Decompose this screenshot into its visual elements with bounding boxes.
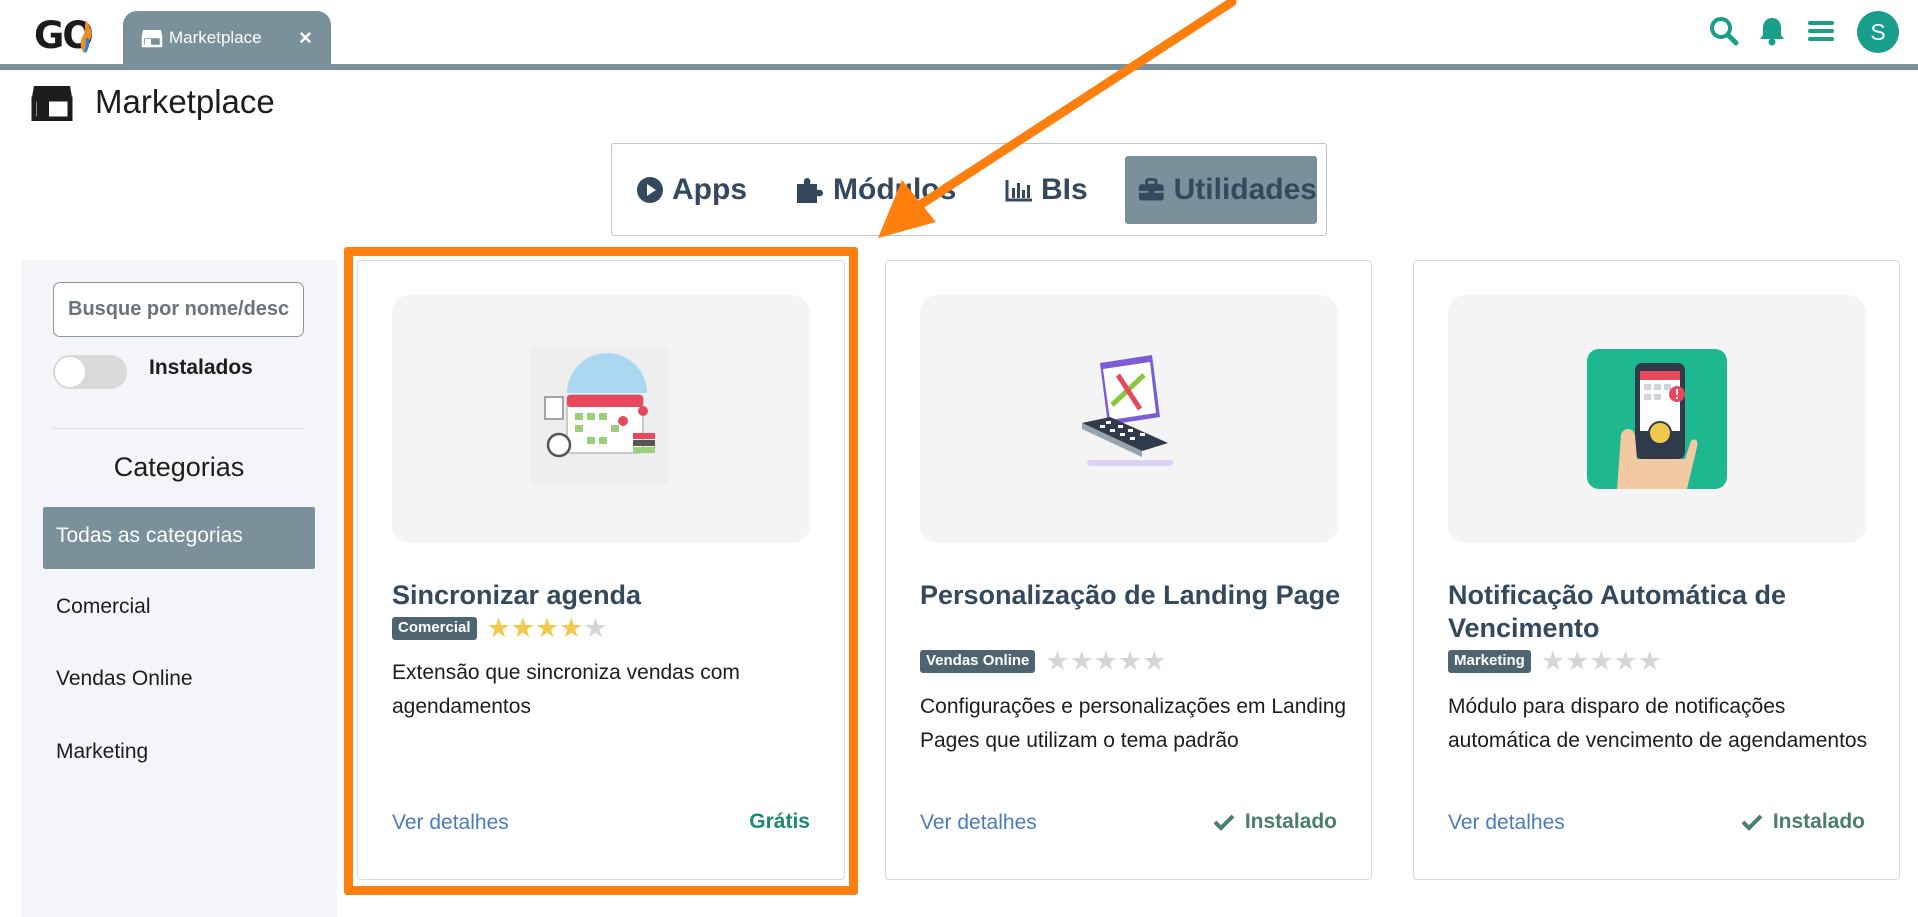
categories-title: Categorias [113, 452, 245, 482]
check-icon [1213, 814, 1235, 831]
installed-label: Instalado [1244, 810, 1337, 833]
card-title: Personalização de Landing Page [920, 580, 1341, 610]
sidebar-divider [53, 428, 304, 429]
tab-label: Apps [672, 173, 747, 206]
card-description: Módulo para disparo de notificações auto… [1448, 695, 1868, 752]
card-image [1448, 295, 1866, 543]
page-title: Marketplace [95, 83, 275, 120]
tab-label: Marketplace [169, 28, 262, 47]
product-card[interactable]: Personalização de Landing Page Vendas On… [885, 260, 1372, 880]
installed-status: Instalado [1213, 810, 1337, 834]
menu-icon[interactable] [1806, 16, 1836, 51]
annotation-arrow-icon [878, 0, 1237, 238]
category-all[interactable]: Todas as categorias [43, 507, 315, 569]
laptop-design-illustration [1082, 355, 1173, 466]
category-vendas-online[interactable]: Vendas Online [43, 650, 315, 712]
phone-notification-illustration [1587, 349, 1727, 489]
view-details-link[interactable]: Ver detalhes [920, 811, 1037, 835]
card-meta: Marketing ★★★★★ [1448, 648, 1662, 675]
logo-flame-icon [80, 20, 92, 54]
category-marketing[interactable]: Marketing [43, 723, 315, 785]
installed-toggle[interactable] [53, 355, 127, 389]
toggle-knob [55, 357, 85, 387]
card-description: Configurações e personalizações em Landi… [920, 695, 1347, 752]
tab-apps[interactable]: Apps [636, 156, 756, 224]
rating-stars: ★★★★★ [1540, 646, 1662, 676]
check-icon [1741, 814, 1763, 831]
installed-toggle-label: Instalados [149, 356, 253, 379]
card-meta: Vendas Online ★★★★★ [920, 648, 1166, 675]
play-icon [637, 177, 663, 203]
card-image [920, 295, 1338, 543]
category-badge: Vendas Online [920, 650, 1036, 673]
product-card[interactable]: Notificação Automática de Vencimento Mar… [1413, 260, 1900, 880]
store-icon [31, 85, 73, 126]
installed-status: Instalado [1741, 810, 1865, 834]
close-tab-button[interactable]: × [299, 25, 312, 51]
avatar[interactable]: S [1857, 11, 1899, 53]
card-title: Notificação Automática de Vencimento [1448, 580, 1787, 643]
tab-marketplace[interactable]: Marketplace × [123, 11, 331, 64]
search-icon[interactable] [1709, 16, 1739, 51]
annotation-highlight-box [344, 247, 858, 895]
puzzle-icon [797, 178, 823, 203]
installed-label: Instalado [1772, 810, 1865, 833]
bell-icon[interactable] [1758, 16, 1786, 51]
view-details-link[interactable]: Ver detalhes [1448, 811, 1565, 835]
store-icon [141, 28, 163, 53]
category-badge: Marketing [1448, 650, 1531, 673]
rating-stars: ★★★★★ [1045, 646, 1167, 676]
category-comercial[interactable]: Comercial [43, 578, 315, 640]
search-input[interactable] [53, 282, 304, 337]
